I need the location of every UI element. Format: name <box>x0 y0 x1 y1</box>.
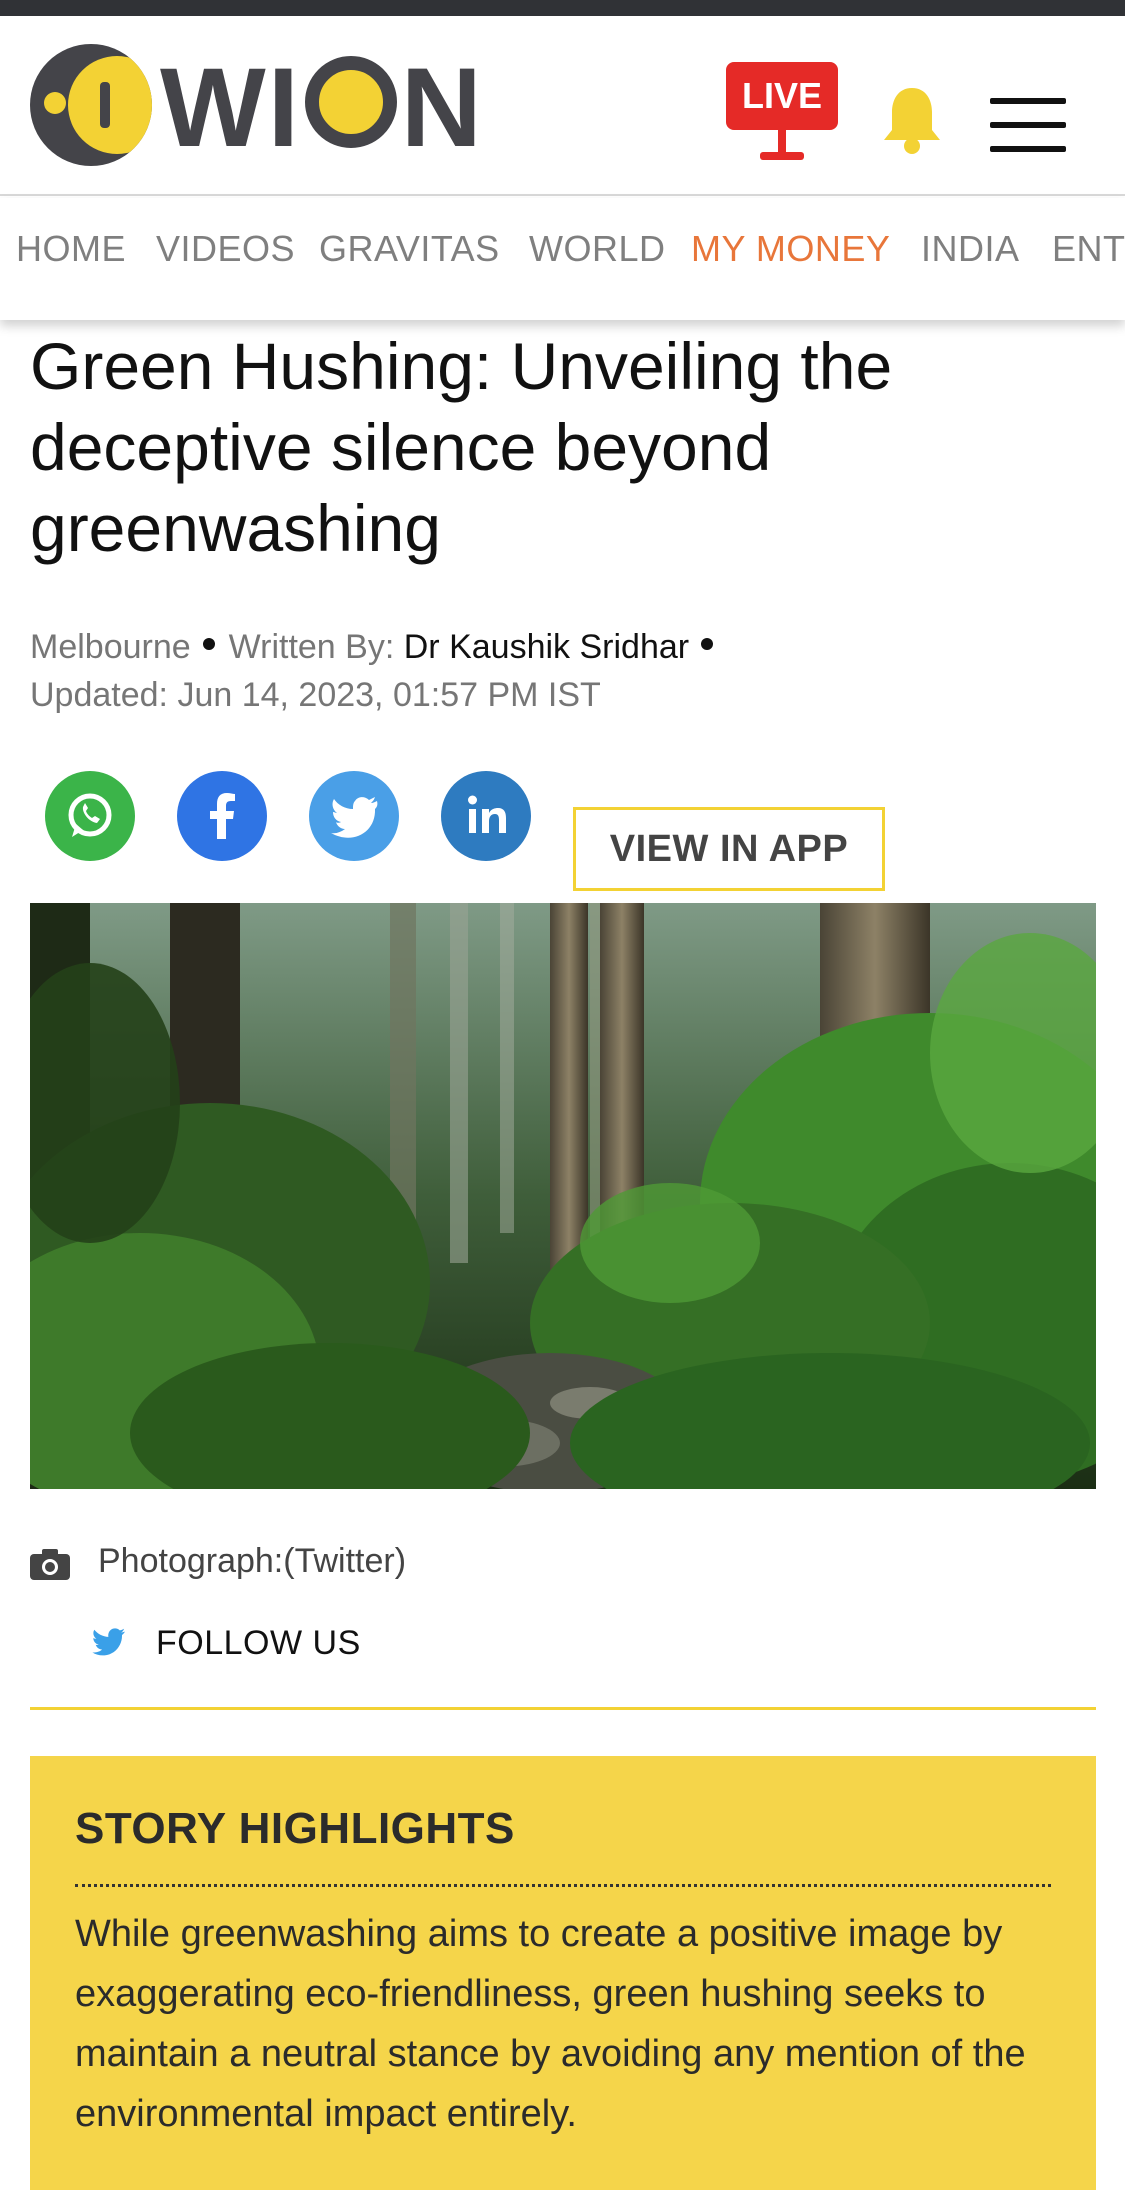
live-label: LIVE <box>726 62 838 130</box>
dotted-divider <box>75 1884 1051 1887</box>
bullet-separator <box>202 638 215 650</box>
view-in-app-button[interactable]: VIEW IN APP <box>573 807 885 891</box>
hamburger-menu-icon[interactable] <box>990 98 1066 152</box>
article-title: Green Hushing: Unveiling the deceptive s… <box>30 329 893 565</box>
follow-us-link[interactable]: FOLLOW US <box>92 1622 492 1666</box>
tv-stand-icon <box>778 130 786 154</box>
logo-mark-icon <box>30 44 152 166</box>
twitter-icon <box>92 1628 125 1656</box>
wion-logo[interactable]: WI N <box>30 44 490 169</box>
whatsapp-icon <box>68 793 112 837</box>
bullet-separator <box>701 638 714 650</box>
twitter-share-button[interactable] <box>309 771 399 861</box>
follow-us-label: FOLLOW US <box>156 1624 361 1662</box>
story-highlights-title: STORY HIGHLIGHTS <box>75 1804 515 1853</box>
nav-item-gravitas[interactable]: GRAVITAS <box>319 228 500 270</box>
live-tv-button[interactable]: LIVE <box>726 62 838 166</box>
linkedin-icon <box>468 795 506 833</box>
article-hero-image <box>30 903 1096 1489</box>
nav-item-world[interactable]: WORLD <box>529 228 666 270</box>
nav-item-india[interactable]: INDIA <box>921 228 1020 270</box>
author-link[interactable]: Dr Kaushik Sridhar <box>404 628 689 666</box>
written-by-label: Written By: <box>228 628 395 666</box>
article-byline: Melbourne Written By: Dr Kaushik Sridhar <box>30 628 727 667</box>
nav-item-home[interactable]: HOME <box>16 228 126 270</box>
section-divider <box>30 1707 1096 1710</box>
nav-item-videos[interactable]: VIDEOS <box>156 228 295 270</box>
whatsapp-share-button[interactable] <box>45 771 135 861</box>
bell-icon[interactable] <box>880 84 944 156</box>
story-highlights-text: While greenwashing aims to create a posi… <box>75 1913 1026 2135</box>
nav-item-ent[interactable]: ENT <box>1052 228 1125 270</box>
site-header: WI N LIVE <box>0 16 1125 196</box>
article-location: Melbourne <box>30 628 191 666</box>
linkedin-share-button[interactable] <box>441 771 531 861</box>
facebook-icon <box>210 793 235 839</box>
photo-caption: Photograph:(Twitter) <box>98 1542 407 1580</box>
status-bar <box>0 0 1125 16</box>
camera-icon <box>30 1548 70 1580</box>
section-nav: HOME VIDEOS GRAVITAS WORLD MY MONEY INDI… <box>0 198 1125 320</box>
article-updated: Updated: Jun 14, 2023, 01:57 PM IST <box>30 676 601 714</box>
twitter-icon <box>331 797 378 838</box>
logo-text: WI N <box>160 45 484 170</box>
nav-item-my-money[interactable]: MY MONEY <box>691 228 890 270</box>
facebook-share-button[interactable] <box>177 771 267 861</box>
story-highlights-box: STORY HIGHLIGHTS While greenwashing aims… <box>30 1756 1096 2190</box>
